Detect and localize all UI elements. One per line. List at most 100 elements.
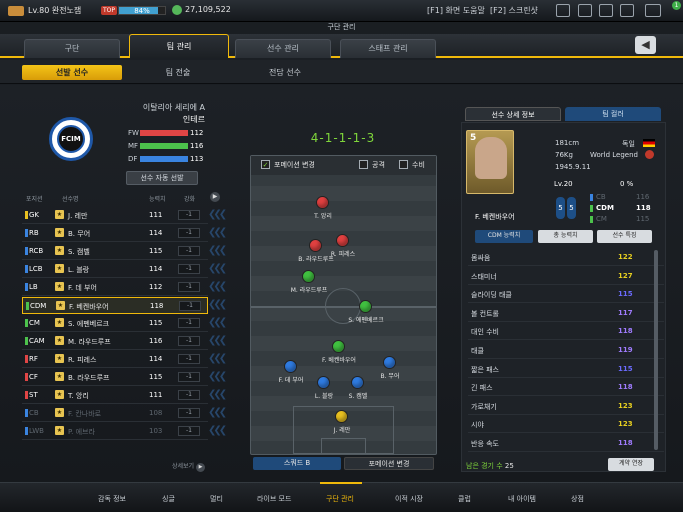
player-ovr: 103 [149,427,163,435]
swap-arrows-icon[interactable]: ❮❮❮ [208,243,227,260]
pitch-player-marker[interactable] [284,360,297,373]
position-color [25,319,28,327]
stat-label: FW [128,129,139,137]
player-row[interactable]: CB ★ F. 칸나바로 108 -1 [22,405,208,422]
tab-player-detail[interactable]: 선수 상세 정보 [465,107,561,121]
swap-arrows-icon[interactable]: ❮❮❮ [208,261,227,278]
pitch-player-name: S. 에펜베르크 [348,317,384,324]
total-stats-button[interactable]: 총 능력치 [538,230,593,243]
player-row[interactable]: RB ★ B. 무어 114 -1 [22,225,208,242]
player-position: RF [29,355,38,363]
pitch-player-marker[interactable] [359,300,372,313]
attribute-scrollbar[interactable] [654,250,658,450]
attribute-value: 123 [618,420,633,429]
pitch-player-marker[interactable] [316,196,329,209]
subtab-starting[interactable]: 선발 선수 [22,65,122,80]
tab-staff-manage[interactable]: 스태프 관리 [340,39,436,58]
person-icon[interactable] [578,4,592,17]
right-foot-rating: 5 [567,197,576,219]
swap-arrows-icon[interactable]: ❮❮❮ [208,225,227,242]
auto-select-button[interactable]: 선수 자동 선발 [126,171,198,185]
position-color [25,265,28,273]
squad-button[interactable]: 스쿼드 B [253,457,341,470]
swap-arrows-icon[interactable]: ❮❮❮ [208,297,227,314]
tab-team-color[interactable]: 팀 컬러 [565,107,661,121]
contract-extend-button[interactable]: 계약 연장 [608,458,654,471]
pitch-player-marker[interactable] [317,376,330,389]
attack-checkbox[interactable]: ✓ [359,160,368,169]
player-row[interactable]: CAM ★ M. 라우드루프 116 -1 [22,333,208,350]
player-level: Lv.20 [554,180,573,188]
player-row[interactable]: LCB ★ L. 블랑 114 -1 [22,261,208,278]
formation-change-checkbox[interactable]: ✓ [261,160,270,169]
pitch-player-marker[interactable] [309,239,322,252]
player-traits-button[interactable]: 선수 특징 [597,230,652,243]
back-button[interactable]: ◀ [635,36,656,54]
player-row[interactable]: LB ★ F. 데 부어 112 -1 [22,279,208,296]
nav-live-mode[interactable]: 라이브 모드 [257,494,291,504]
player-name: F. 베켄바우어 [475,213,515,221]
defense-checkbox[interactable]: ✓ [399,160,408,169]
swap-arrows-icon[interactable]: ❮❮❮ [208,387,227,404]
swap-arrows-icon[interactable]: ❮❮❮ [208,279,227,296]
pitch-options: ✓ 포메이션 변경 ✓ 공격 ✓ 수비 [251,156,436,175]
swap-arrows-icon[interactable]: ❮❮❮ [208,405,227,422]
swap-arrows-icon[interactable]: ❮❮❮ [208,351,227,368]
stat-bar [140,143,188,149]
tab-player-manage[interactable]: 선수 관리 [235,39,331,58]
formation-change-button[interactable]: 포메이션 변경 [344,457,434,470]
player-row[interactable]: ST ★ T. 앙리 111 -1 [22,387,208,404]
chevron-right-icon[interactable]: ▶ [210,192,220,202]
pitch-player-marker[interactable] [332,340,345,353]
nav-club[interactable]: 클럽 [458,494,471,504]
attribute-row: 시야 123 [468,416,664,434]
swap-arrows-icon[interactable]: ❮❮❮ [208,423,227,440]
nav-single[interactable]: 싱글 [162,494,175,504]
nav-transfer-market[interactable]: 이적 시장 [395,494,423,504]
player-row[interactable]: CM ★ S. 에펜베르크 115 -1 [22,315,208,332]
tab-team-manage[interactable]: 팀 관리 [129,34,229,58]
nav-club-manage[interactable]: 구단 관리 [326,494,354,504]
swap-arrows-icon[interactable]: ❮❮❮ [208,315,227,332]
enhance-level: -1 [178,390,200,400]
attribute-value: 127 [618,271,633,280]
pitch-player-marker[interactable] [302,270,315,283]
league-name: 이탈리아 세리에 A [142,103,205,112]
pitch-player-marker[interactable] [335,410,348,423]
help-link[interactable]: [F1] 화면 도움말 [427,5,485,16]
cdm-stats-button[interactable]: CDM 능력치 [475,230,533,243]
swap-arrows-icon[interactable]: ❮❮❮ [208,207,227,224]
player-row[interactable]: RCB ★ S. 캠벨 115 -1 [22,243,208,260]
pitch-player-marker[interactable] [383,356,396,369]
nav-my-items[interactable]: 내 아이템 [508,494,536,504]
pitch-player-marker[interactable] [351,376,364,389]
nav-shop[interactable]: 상점 [571,494,584,504]
player-row[interactable]: CF ★ B. 라우드루프 115 -1 [22,369,208,386]
player-row[interactable]: LWB ★ P. 에브라 103 -1 [22,423,208,440]
player-weight: 76Kg [555,151,573,159]
subtab-tactics[interactable]: 팀 전술 [128,65,228,80]
menu-icon[interactable] [645,4,661,17]
swap-arrows-icon[interactable]: ❮❮❮ [208,369,227,386]
player-row[interactable]: RF ★ R. 피레스 114 -1 [22,351,208,368]
stat-label: DF [128,155,138,163]
star-icon: ★ [55,372,64,381]
player-photo [475,137,507,179]
team-logo: FCIM [49,117,93,161]
player-row[interactable]: CDM ★ F. 베켄바우어 118 -1 [22,297,208,314]
nav-manager-info[interactable]: 감독 정보 [98,494,126,504]
tab-club[interactable]: 구단 [24,39,120,58]
nav-multi[interactable]: 멀티 [210,494,223,504]
attribute-value: 115 [618,290,633,299]
pitch-player-marker[interactable] [336,234,349,247]
enhance-level: -1 [178,282,200,292]
mail-icon[interactable] [556,4,570,17]
swap-arrows-icon[interactable]: ❮❮❮ [208,333,227,350]
calendar-icon[interactable] [599,4,613,17]
player-row[interactable]: GK ★ J. 레만 111 -1 [22,207,208,224]
detail-view-link[interactable]: 상세보기 ▶ [172,461,206,472]
chat-icon[interactable] [620,4,634,17]
screenshot-link[interactable]: [F2] 스크린샷 [490,5,538,16]
subtab-specialists[interactable]: 전담 선수 [235,65,335,80]
attribute-row: 몸싸움 122 [468,249,664,266]
